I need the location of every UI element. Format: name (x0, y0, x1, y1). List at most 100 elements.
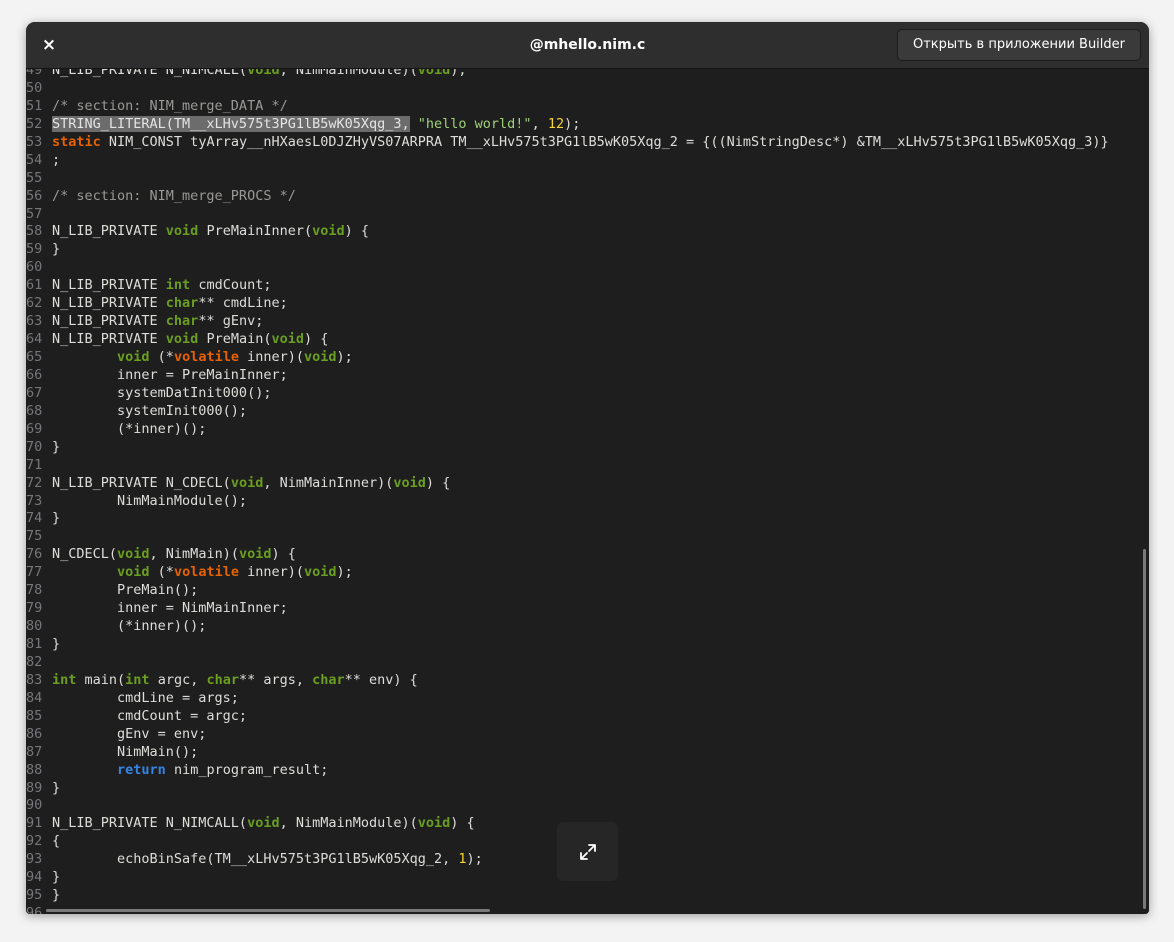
code-token: void (304, 564, 337, 581)
code-token: , NimMainModule)( (279, 69, 418, 78)
code-token: N_LIB_PRIVATE (52, 331, 166, 348)
code-token: char (206, 671, 239, 688)
code-line: 70} (26, 439, 1109, 457)
code-token: nim_program_result; (165, 761, 329, 778)
code-line: 64 N_LIB_PRIVATE void PreMain(void) { (26, 331, 1109, 349)
code-token: NimMain(); (52, 743, 199, 760)
code-line: 67 systemDatInit000(); (26, 385, 1109, 403)
code-token: } (52, 887, 61, 904)
code-token: ** env) { (344, 671, 418, 688)
code-token: NimMainModule(); (52, 492, 248, 509)
line-number: 91 (26, 815, 43, 832)
line-number: 89 (26, 779, 43, 796)
code-token: volatile (173, 564, 239, 581)
code-token: void (238, 546, 272, 563)
code-token: "hello world!" (417, 115, 532, 132)
code-view[interactable]: 49 N_LIB_PRIVATE N_NIMCALL(void, NimMainM… (26, 69, 1149, 914)
code-line: 82 (26, 654, 1109, 672)
close-icon: × (41, 35, 57, 55)
line-number: 87 (26, 743, 43, 760)
code-line: 60 (26, 259, 1109, 277)
code-token: , NimMainModule)( (279, 815, 418, 832)
code-line: 50 (26, 80, 1109, 98)
code-line: 51 /* section: NIM_merge_DATA */ (26, 98, 1109, 116)
code-line: 78 PreMain(); (26, 582, 1109, 600)
code-line: 61 N_LIB_PRIVATE int cmdCount; (26, 277, 1109, 295)
code-token: (*inner)(); (52, 618, 207, 635)
code-line: 55 (26, 170, 1109, 188)
open-in-builder-button[interactable]: Открыть в приложении Builder (896, 29, 1141, 61)
code-token: ** args, (238, 671, 313, 688)
line-number: 57 (26, 205, 43, 222)
fullscreen-button[interactable] (557, 822, 618, 881)
line-number: 49 (26, 69, 43, 78)
code-token: int (165, 277, 191, 294)
code-line: 68 systemInit000(); (26, 403, 1109, 421)
code-token: ) { (425, 474, 451, 491)
line-number: 75 (26, 528, 43, 545)
line-number: 65 (26, 349, 43, 365)
code-line: 80 (*inner)(); (26, 618, 1109, 636)
vertical-scrollbar[interactable] (1143, 549, 1146, 909)
line-number: 68 (26, 402, 43, 419)
code-token: ) { (450, 815, 475, 832)
code-token: } (52, 636, 61, 652)
code-token: systemInit000(); (52, 402, 248, 419)
code-token: main( (76, 671, 126, 688)
line-number: 95 (26, 887, 43, 904)
code-line: 74} (26, 510, 1109, 528)
code-token: N_LIB_PRIVATE (52, 313, 166, 330)
line-number: 63 (26, 313, 43, 330)
code-token: void (271, 331, 304, 348)
code-token: cmdCount; (190, 277, 272, 294)
line-number: 62 (26, 295, 43, 312)
code-token: inner = PreMainInner; (52, 366, 288, 383)
code-token: (* (149, 349, 174, 365)
viewer-window: × @mhello.nim.c Открыть в приложении Bui… (26, 22, 1149, 914)
code-line: 69 (*inner)(); (26, 421, 1109, 439)
code-token: void (117, 564, 150, 581)
line-number: 88 (26, 761, 43, 778)
code-token: } (52, 438, 61, 455)
code-token: N_LIB_PRIVATE N_NIMCALL( (52, 815, 248, 832)
line-number: 59 (26, 241, 43, 258)
code-token: ; (52, 151, 61, 168)
line-number: 72 (26, 474, 43, 491)
code-token: char (165, 313, 199, 330)
code-token: N_LIB_PRIVATE (52, 223, 166, 240)
code-token: } (52, 779, 61, 796)
code-line: 62 N_LIB_PRIVATE char** cmdLine; (26, 295, 1109, 313)
code-token: N_LIB_PRIVATE N_CDECL( (52, 474, 231, 491)
code-token: 1 (458, 851, 467, 868)
code-token: void (117, 546, 150, 563)
code-token: ) { (344, 223, 370, 240)
code-token: ); (450, 69, 467, 78)
code-token: int (125, 671, 150, 688)
header-bar: × @mhello.nim.c Открыть в приложении Bui… (26, 22, 1149, 69)
code-token: N_LIB_PRIVATE (52, 277, 166, 294)
code-line: 75 (26, 528, 1109, 546)
code-token: volatile (173, 349, 239, 365)
code-token: void (247, 69, 280, 78)
code-token: void (312, 223, 345, 240)
code-token: return (117, 761, 166, 778)
code-line: 65 void (*volatile inner)(void); (26, 349, 1109, 367)
code-token: inner)( (238, 564, 304, 581)
code-line: 53 static NIM_CONST tyArray__nHXaesL0DJZH… (26, 134, 1109, 152)
code-line: 86 gEnv = env; (26, 726, 1109, 744)
code-line: 87 NimMain(); (26, 744, 1109, 762)
code-token: { (52, 833, 61, 850)
code-line: 79 inner = NimMainInner; (26, 600, 1109, 618)
close-button[interactable]: × (37, 33, 61, 57)
line-number: 53 (26, 133, 43, 150)
code-line: 77 void (*volatile inner)(void); (26, 564, 1109, 582)
line-number: 71 (26, 456, 43, 473)
code-token: char (312, 671, 345, 688)
line-number: 78 (26, 582, 43, 599)
code-token: ); (336, 564, 353, 581)
horizontal-scrollbar[interactable] (46, 909, 490, 912)
code-token: N_CDECL( (52, 546, 118, 563)
